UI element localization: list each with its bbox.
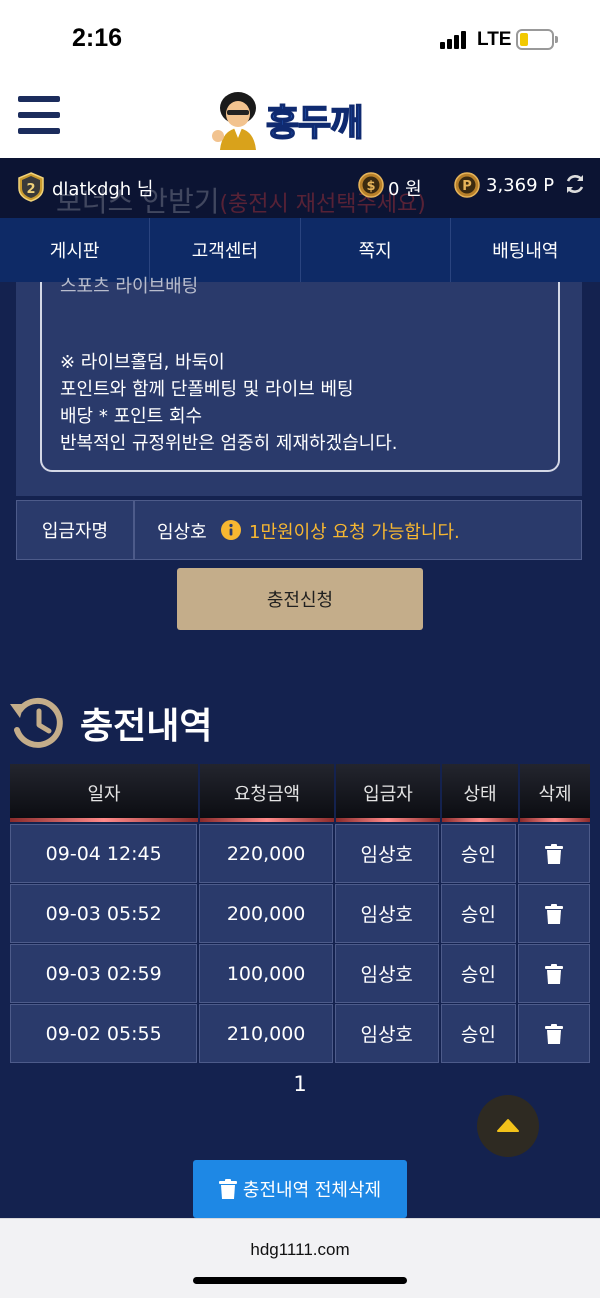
delete-row-button[interactable] [518, 824, 590, 883]
pagination-page-1[interactable]: 1 [0, 1072, 600, 1096]
cell-depositor: 임상호 [334, 824, 439, 883]
delete-all-history-button[interactable]: 충전내역 전체삭제 [193, 1160, 407, 1218]
notice-line: 포인트와 함께 단폴베팅 및 라이브 베팅 [60, 379, 354, 400]
column-header-amount: 요청금액 [200, 764, 336, 822]
mascot-icon [212, 92, 256, 150]
svg-text:P: P [462, 179, 472, 194]
battery-icon [516, 29, 558, 50]
caret-up-icon [497, 1119, 519, 1132]
cell-date: 09-03 05:52 [10, 884, 198, 943]
notice-line: ※ 라이브홀덤, 바둑이 [60, 352, 225, 373]
charge-request-button[interactable]: 충전신청 [177, 568, 423, 630]
cell-status: 승인 [440, 1004, 517, 1063]
tab-messages[interactable]: 쪽지 [301, 218, 451, 282]
delete-row-button[interactable] [518, 1004, 590, 1063]
cell-amount: 220,000 [199, 824, 333, 883]
depositor-label: 입금자명 [16, 500, 134, 560]
table-row: 09-02 05:55 210,000 임상호 승인 [10, 1004, 590, 1063]
cell-depositor: 임상호 [334, 884, 439, 943]
cell-depositor: 임상호 [334, 944, 439, 1003]
table-row: 09-03 02:59 100,000 임상호 승인 [10, 944, 590, 1003]
notice-box: 스포츠 라이브배팅 ※ 라이브홀덤, 바둑이 포인트와 함께 단폴베팅 및 라이… [40, 276, 560, 472]
column-header-status: 상태 [442, 764, 520, 822]
cell-date: 09-02 05:55 [10, 1004, 198, 1063]
home-indicator[interactable] [193, 1277, 407, 1284]
point-icon: P [454, 172, 480, 198]
cell-depositor: 임상호 [334, 1004, 439, 1063]
trash-icon [545, 843, 564, 864]
cell-status: 승인 [440, 884, 517, 943]
tab-betting-history[interactable]: 배팅내역 [451, 218, 600, 282]
money-balance: 0 원 [388, 179, 422, 200]
charge-history-table: 일자 요청금액 입금자 상태 삭제 09-04 12:45 220,000 임상… [10, 764, 590, 1063]
cell-date: 09-03 02:59 [10, 944, 198, 1003]
cell-amount: 100,000 [199, 944, 333, 1003]
svg-text:$: $ [366, 179, 375, 194]
trash-icon [545, 903, 564, 924]
notice-line: 반복적인 규정위반은 엄중히 제재하겠습니다. [60, 433, 398, 454]
cell-date: 09-04 12:45 [10, 824, 198, 883]
trash-icon [218, 1179, 237, 1199]
delete-row-button[interactable] [518, 884, 590, 943]
trash-icon [545, 1023, 564, 1044]
scroll-to-top-button[interactable] [477, 1095, 539, 1157]
depositor-row: 입금자명 임상호 1만원이상 요청 가능합니다. [16, 500, 582, 560]
url-text: hdg1111.com [250, 1240, 350, 1259]
user-bar: 보너스 안받기(충전시 재선택주세요) 2 dlatkdgh 님 $ 0 원 P… [0, 158, 600, 218]
column-header-delete: 삭제 [520, 764, 590, 822]
table-row: 09-04 12:45 220,000 임상호 승인 [10, 824, 590, 883]
notice-cutoff-line: 스포츠 라이브배팅 [60, 276, 199, 297]
point-balance: 3,369 P [486, 175, 555, 196]
logo-text: 홍두깨 [265, 102, 364, 145]
column-header-depositor: 입금자 [336, 764, 442, 822]
refresh-icon[interactable] [564, 173, 586, 195]
network-label: LTE [477, 29, 512, 50]
column-header-date: 일자 [10, 764, 200, 822]
history-title: 충전내역 [80, 706, 213, 747]
cell-status: 승인 [440, 824, 517, 883]
browser-address-bar[interactable]: hdg1111.com [0, 1218, 600, 1298]
cell-status: 승인 [440, 944, 517, 1003]
depositor-name: 임상호 [157, 522, 207, 543]
status-bar: 2:16 LTE [0, 0, 600, 78]
cell-amount: 210,000 [199, 1004, 333, 1063]
svg-text:2: 2 [26, 182, 35, 197]
username: dlatkdgh 님 [52, 179, 154, 200]
status-time: 2:16 [72, 24, 123, 52]
history-icon [10, 697, 63, 748]
menu-icon[interactable] [18, 96, 60, 134]
site-logo[interactable]: 홍두깨 [208, 86, 392, 150]
app-header: 홍두깨 [0, 78, 600, 158]
signal-icon [440, 31, 470, 49]
depositor-value: 임상호 1만원이상 요청 가능합니다. [134, 500, 582, 560]
delete-row-button[interactable] [518, 944, 590, 1003]
min-amount-notice: 1만원이상 요청 가능합니다. [249, 522, 460, 543]
notice-line: 배당 * 포인트 회수 [60, 406, 203, 427]
rank-badge-icon: 2 [18, 172, 44, 202]
table-row: 09-03 05:52 200,000 임상호 승인 [10, 884, 590, 943]
trash-icon [545, 963, 564, 984]
delete-all-label: 충전내역 전체삭제 [242, 1180, 382, 1201]
info-icon [221, 520, 241, 540]
cell-amount: 200,000 [199, 884, 333, 943]
table-header: 일자 요청금액 입금자 상태 삭제 [10, 764, 590, 822]
coin-icon: $ [358, 172, 384, 198]
